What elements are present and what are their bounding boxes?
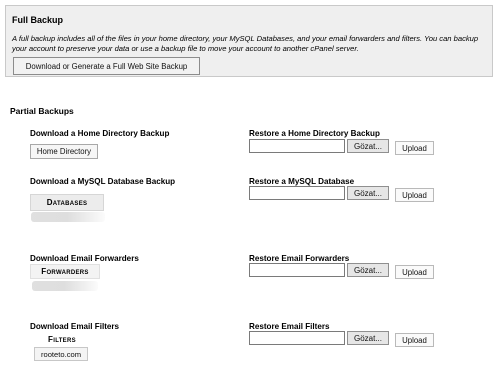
full-backup-panel: Full Backup A full backup includes all o… (5, 5, 493, 77)
home-directory-file-input[interactable] (249, 139, 345, 153)
forwarders-button-shadow (32, 281, 98, 291)
forwarders-download-label: Download Email Forwarders (30, 254, 139, 263)
databases-download-button[interactable]: Databases (30, 194, 104, 211)
home-directory-download-label: Download a Home Directory Backup (30, 129, 170, 138)
forwarders-browse-button[interactable]: Gözat... (347, 263, 389, 277)
filters-file-input[interactable] (249, 331, 345, 345)
mysql-restore-label: Restore a MySQL Database (249, 177, 355, 186)
partial-backups-title: Partial Backups (10, 106, 74, 116)
forwarders-upload-button[interactable]: Upload (395, 265, 434, 279)
mysql-upload-button[interactable]: Upload (395, 188, 434, 202)
filters-download-label: Filters (48, 335, 76, 344)
full-backup-title: Full Backup (12, 15, 64, 25)
forwarders-restore-label: Restore Email Forwarders (249, 254, 350, 263)
home-directory-browse-button[interactable]: Gözat... (347, 139, 389, 153)
mysql-file-input[interactable] (249, 186, 345, 200)
databases-download-label: Databases (46, 198, 88, 207)
home-directory-restore-label: Restore a Home Directory Backup (249, 129, 380, 138)
filters-domain-button[interactable]: rooteto.com (34, 347, 88, 361)
filters-restore-label: Restore Email Filters (249, 322, 330, 331)
databases-button-shadow (31, 212, 105, 222)
filters-download-button[interactable]: Filters (34, 333, 90, 346)
forwarders-download-button[interactable]: Forwarders (30, 264, 100, 279)
full-backup-button[interactable]: Download or Generate a Full Web Site Bac… (13, 57, 200, 75)
filters-upload-button[interactable]: Upload (395, 333, 434, 347)
full-backup-description: A full backup includes all of the files … (12, 34, 479, 53)
forwarders-download-label: Forwarders (41, 267, 89, 276)
home-directory-download-button[interactable]: Home Directory (30, 144, 98, 159)
home-directory-upload-button[interactable]: Upload (395, 141, 434, 155)
forwarders-file-input[interactable] (249, 263, 345, 277)
filters-download-label: Download Email Filters (30, 322, 120, 331)
mysql-download-label: Download a MySQL Database Backup (30, 177, 176, 186)
mysql-browse-button[interactable]: Gözat... (347, 186, 389, 200)
filters-browse-button[interactable]: Gözat... (347, 331, 389, 345)
